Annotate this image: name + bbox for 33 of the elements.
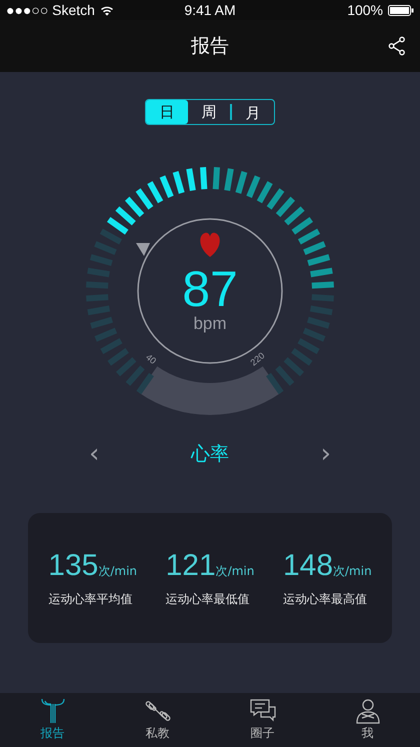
stat-label: 运动心率平均值 [48,590,132,608]
tab-bar-item[interactable]: 我 [315,693,420,747]
bpm-value: 87 [182,262,238,316]
period-tab[interactable]: 周 [188,100,230,124]
stat-label: 运动心率最高值 [282,590,367,608]
stat-unit: 次/min [98,562,138,580]
bpm-unit: bpm [193,314,227,334]
stat-unit: 次/min [333,562,372,580]
period-tab[interactable]: 日 [146,100,188,124]
previous-button[interactable]: ‹ [85,439,104,469]
stat-value: 135 [48,548,98,582]
battery-icon [388,4,414,16]
status-time: 9:41 AM [184,2,236,18]
wifi-icon [100,4,114,16]
stat-value: 148 [282,548,334,582]
period-tab[interactable]: 月 [230,104,274,120]
stat-unit: 次/min [216,562,254,580]
stat-label: 运动心率最低值 [166,590,250,608]
share-icon[interactable] [388,36,406,56]
next-button[interactable]: › [316,439,335,469]
metric-title: 心率 [191,442,229,467]
tab-bar-item[interactable]: 报告 [0,693,105,747]
carrier-text: ●●●○○ Sketch [6,2,95,18]
scale-min: 40 [144,352,158,366]
heart-icon [200,232,220,257]
stat-value: 121 [166,548,216,582]
pointer-icon [136,243,150,256]
tab-bar-item[interactable]: 圈子 [210,693,315,747]
chat-icon [248,698,278,724]
battery-text: 100% [347,2,383,18]
scale-max: 220 [248,350,266,368]
tab-bar-item[interactable]: 私教 [105,693,210,747]
page-title: 报告 [191,34,229,59]
